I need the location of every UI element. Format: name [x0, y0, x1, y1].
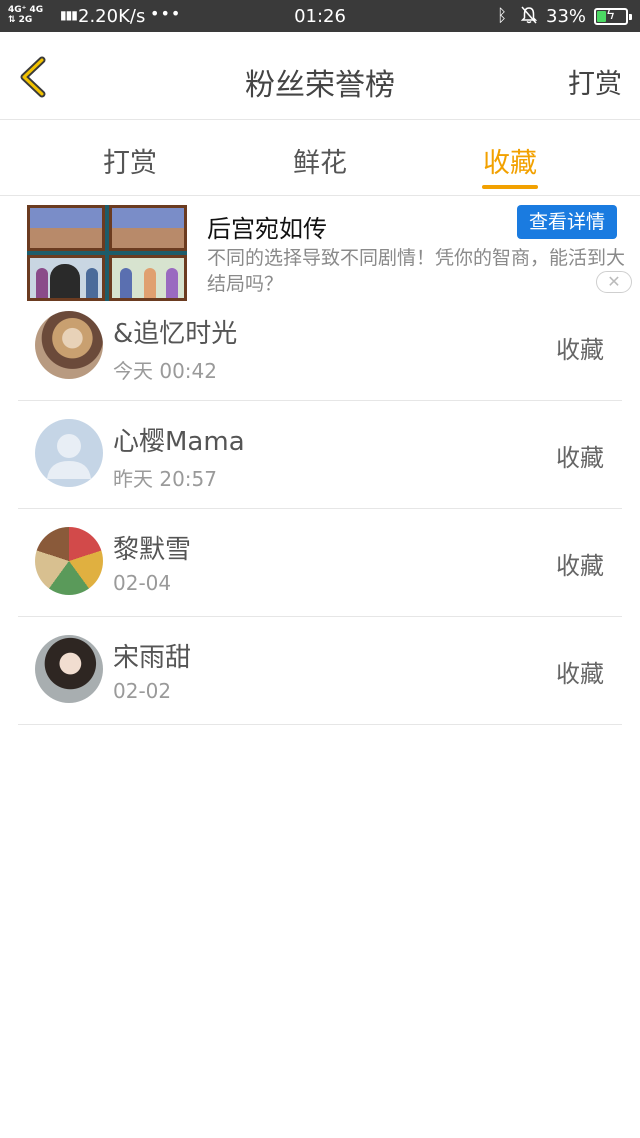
tab-flowers[interactable]: 鲜花 [260, 141, 380, 180]
ad-description: 不同的选择导致不同剧情！凭你的智商，能活到大结局吗？ [207, 247, 626, 295]
tab-bar: 打赏 鲜花 收藏 [0, 121, 640, 196]
ad-image-panel [27, 205, 105, 251]
action-label: 收藏 [556, 660, 604, 688]
ad-title[interactable]: 后宫宛如传 [207, 209, 327, 244]
timestamp: 今天 00:42 [113, 359, 217, 383]
action-label: 收藏 [556, 336, 604, 364]
default-user-icon [47, 434, 91, 479]
close-icon[interactable]: ✕ [596, 271, 632, 293]
view-details-button[interactable]: 查看详情 [517, 205, 617, 239]
action-label: 收藏 [556, 552, 604, 580]
charging-icon: ϟ [606, 7, 616, 23]
fan-list: &追忆时光 今天 00:42 收藏 心樱Mama 昨天 20:57 收藏 黎默雪… [18, 293, 622, 725]
user-name: 宋雨甜 [113, 643, 192, 673]
action-label: 收藏 [556, 444, 604, 472]
tab-reward[interactable]: 打赏 [70, 141, 190, 180]
bell-off-icon [521, 6, 537, 24]
battery-level [597, 11, 606, 22]
ad-image[interactable] [27, 205, 187, 301]
user-name: 黎默雪 [113, 535, 192, 565]
list-item[interactable]: &追忆时光 今天 00:42 收藏 [18, 293, 622, 401]
timestamp: 02-04 [113, 571, 172, 595]
ad-banner[interactable]: 后宫宛如传 查看详情 不同的选择导致不同剧情！凭你的智商，能活到大结局吗？ ✕ [0, 197, 640, 301]
header: 粉丝荣誉榜 打赏 [0, 32, 640, 120]
active-tab-indicator [482, 185, 538, 189]
page-title: 粉丝荣誉榜 [245, 68, 395, 103]
avatar[interactable] [35, 419, 103, 487]
avatar[interactable] [35, 635, 103, 703]
bluetooth-icon: ᛒ [497, 6, 508, 26]
user-name: &追忆时光 [113, 319, 238, 349]
status-bar: 4G⁺ 4G ⇅ 2G ▮▮▮ 2.20K/s ••• 01:26 ᛒ 33% … [0, 0, 640, 32]
timestamp: 02-02 [113, 679, 172, 703]
list-item[interactable]: 心樱Mama 昨天 20:57 收藏 [18, 401, 622, 509]
list-item[interactable]: 宋雨甜 02-02 收藏 [18, 617, 622, 725]
clock: 01:26 [294, 6, 346, 27]
avatar[interactable] [35, 527, 103, 595]
list-item[interactable]: 黎默雪 02-04 收藏 [18, 509, 622, 617]
reward-button[interactable]: 打赏 [568, 62, 622, 101]
battery-icon: ϟ [594, 7, 632, 25]
user-name: 心樱Mama [113, 427, 245, 457]
tab-favorites[interactable]: 收藏 [450, 141, 570, 180]
avatar[interactable] [35, 311, 103, 379]
timestamp: 昨天 20:57 [113, 467, 217, 491]
battery-percent: 33% [546, 6, 587, 27]
ad-image-panel [109, 205, 187, 251]
